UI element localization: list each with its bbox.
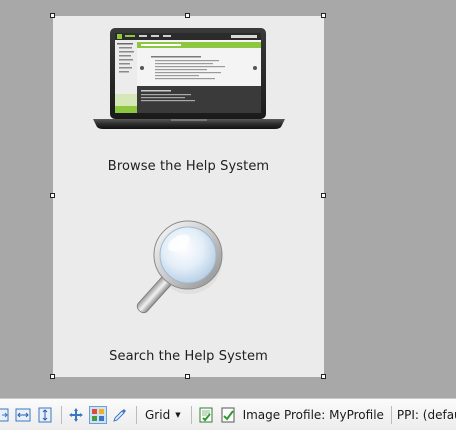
resize-handle-bottom-right[interactable] bbox=[321, 374, 326, 379]
resize-handle-top-middle[interactable] bbox=[185, 13, 190, 18]
pan-icon[interactable] bbox=[67, 406, 85, 424]
chevron-down-icon: ▼ bbox=[175, 410, 181, 419]
page-frame[interactable]: Browse the Help System Search the Help S… bbox=[53, 16, 324, 377]
browse-help-label[interactable]: Browse the Help System bbox=[53, 159, 324, 174]
laptop-icon[interactable] bbox=[91, 26, 287, 130]
separator bbox=[61, 405, 62, 424]
ppi-text[interactable]: PPI: (default) bbox=[397, 408, 456, 422]
fit-width-icon[interactable] bbox=[14, 406, 32, 424]
validate-document-icon[interactable] bbox=[219, 406, 237, 424]
fit-height-icon[interactable] bbox=[36, 406, 54, 424]
color-swatch-icon[interactable] bbox=[89, 405, 107, 424]
fit-page-icon[interactable] bbox=[0, 406, 10, 424]
grid-dropdown[interactable]: Grid ▼ bbox=[142, 408, 184, 422]
resize-handle-middle-right[interactable] bbox=[321, 193, 326, 198]
status-bar: Grid ▼ Image Profile: MyProfile PPI: (de… bbox=[0, 398, 456, 430]
eyedropper-icon[interactable] bbox=[111, 406, 129, 424]
image-profile-text[interactable]: Image Profile: MyProfile bbox=[243, 408, 384, 422]
grid-dropdown-label: Grid bbox=[145, 407, 171, 422]
search-help-label[interactable]: Search the Help System bbox=[53, 349, 324, 364]
resize-handle-middle-left[interactable] bbox=[50, 193, 55, 198]
resize-handle-bottom-left[interactable] bbox=[50, 374, 55, 379]
validate-page-icon[interactable] bbox=[197, 406, 215, 424]
separator bbox=[390, 405, 392, 424]
resize-handle-top-right[interactable] bbox=[321, 13, 326, 18]
separator bbox=[136, 405, 137, 424]
resize-handle-top-left[interactable] bbox=[50, 13, 55, 18]
resize-handle-bottom-middle[interactable] bbox=[185, 374, 190, 379]
design-canvas[interactable]: Browse the Help System Search the Help S… bbox=[0, 0, 456, 398]
magnifying-glass-icon[interactable] bbox=[133, 215, 228, 318]
separator bbox=[190, 405, 192, 424]
